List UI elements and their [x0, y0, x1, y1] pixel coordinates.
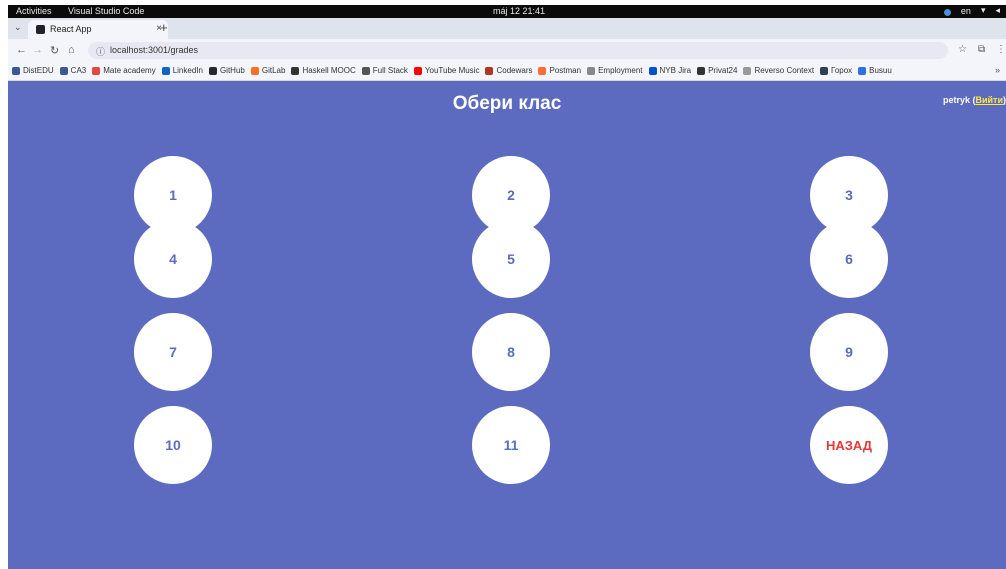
bookmark-item[interactable]: YouTube Music [413, 66, 480, 75]
bookmark-item[interactable]: CA3 [59, 66, 87, 75]
bookmark-item[interactable]: Busuu [858, 66, 892, 75]
bookmark-label: Codewars [496, 66, 533, 75]
bookmark-star-icon[interactable]: ☆ [958, 44, 967, 55]
bookmark-item[interactable]: Postman [538, 66, 581, 75]
tab-list-chevron-icon[interactable]: ⌄ [14, 22, 22, 33]
extensions-icon[interactable]: ⧉ [978, 44, 985, 55]
bookmark-item[interactable]: Full Stack [361, 66, 408, 75]
bookmark-item[interactable]: GitLab [250, 66, 286, 75]
browser-tab-strip: ⌄ React App × + [8, 18, 1006, 39]
bookmark-item[interactable]: Employment [587, 66, 643, 75]
react-favicon-icon [36, 25, 45, 34]
bookmark-favicon-icon [161, 66, 170, 75]
status-dot-icon [943, 8, 951, 16]
bookmark-favicon-icon [648, 66, 657, 75]
bookmark-favicon-icon [538, 66, 547, 75]
bookmark-label: Горох [831, 66, 853, 75]
bookmark-item[interactable]: Codewars [485, 66, 532, 75]
url-text: localhost:3001/grades [110, 45, 199, 55]
grade-button-5[interactable]: 5 [472, 220, 550, 298]
bookmark-label: Full Stack [372, 66, 408, 75]
tab-react-app[interactable]: React App × [28, 20, 168, 39]
forward-arrow-icon[interactable]: → [32, 44, 43, 56]
bookmark-label: DistEDU [23, 66, 54, 75]
bookmark-item[interactable]: LinkedIn [161, 66, 203, 75]
bookmark-favicon-icon [92, 66, 101, 75]
bookmark-item[interactable]: Privat24 [697, 66, 737, 75]
grade-button-10[interactable]: 10 [134, 406, 212, 484]
bookmark-favicon-icon [820, 66, 829, 75]
bookmark-label: GitHub [219, 66, 245, 75]
activities-button[interactable]: Activities [16, 6, 52, 16]
grade-button-4[interactable]: 4 [134, 220, 212, 298]
bookmark-item[interactable]: Mate academy [92, 66, 156, 75]
reload-icon[interactable]: ↻ [50, 44, 59, 57]
bookmark-favicon-icon [208, 66, 217, 75]
bookmark-favicon-icon [697, 66, 706, 75]
tab-title: React App [50, 24, 92, 34]
bookmark-favicon-icon [361, 66, 370, 75]
browser-toolbar: ← → ↻ ⌂ ⓘ localhost:3001/grades ☆ ⧉ ⋮ [8, 39, 1006, 62]
bookmark-label: Haskell MOOC [302, 66, 356, 75]
site-info-icon[interactable]: ⓘ [96, 45, 105, 58]
bookmark-label: Reverso Context [754, 66, 815, 75]
grade-button-8[interactable]: 8 [472, 313, 550, 391]
grade-button-7[interactable]: 7 [134, 313, 212, 391]
back-button[interactable]: НАЗАД [810, 406, 888, 484]
clock[interactable]: máj 12 21:41 [493, 6, 545, 16]
bookmark-label: Postman [549, 66, 582, 75]
bookmark-favicon-icon [12, 66, 20, 75]
bookmark-item[interactable]: DistEDU [12, 66, 54, 75]
logout-link[interactable]: Вийти [975, 95, 1003, 105]
grades-page: Обери клас petryk (Вийти) 1 2 3 4 5 6 7 … [8, 81, 1006, 569]
user-info: petryk (Вийти) [942, 95, 1006, 105]
bookmarks-bar: DistEDU CA3 Mate academy LinkedIn GitHub GitL… [8, 62, 1006, 81]
language-indicator[interactable]: en [961, 6, 971, 16]
home-icon[interactable]: ⌂ [68, 44, 75, 56]
bookmark-favicon-icon [59, 66, 68, 75]
bookmark-favicon-icon [858, 66, 867, 75]
more-bookmarks-icon[interactable]: » [995, 65, 1000, 75]
bookmark-label: GitLab [261, 66, 286, 75]
bookmark-label: CA3 [70, 66, 87, 75]
bookmark-label: YouTube Music [424, 66, 480, 75]
bookmark-favicon-icon [743, 66, 752, 75]
bookmarks-list: DistEDU CA3 Mate academy LinkedIn GitHub GitL… [12, 66, 898, 77]
bookmark-item[interactable]: Горох [820, 66, 852, 75]
menu-icon[interactable]: ⋮ [996, 44, 1006, 55]
new-tab-icon[interactable]: + [160, 20, 168, 35]
bookmark-favicon-icon [250, 66, 259, 75]
bookmark-label: LinkedIn [172, 66, 203, 75]
bookmark-item[interactable]: Reverso Context [743, 66, 814, 75]
system-tray[interactable]: en ▾ ◂ [943, 5, 1000, 16]
bookmark-item[interactable]: NYB Jira [648, 66, 692, 75]
grade-button-9[interactable]: 9 [810, 313, 888, 391]
bookmark-label: Privat24 [708, 66, 738, 75]
screen: Activities Visual Studio Code máj 12 21:… [0, 0, 1006, 569]
address-bar[interactable]: ⓘ localhost:3001/grades [88, 42, 948, 59]
bookmark-label: Employment [598, 66, 643, 75]
bookmark-item[interactable]: Haskell MOOC [291, 66, 356, 75]
grade-button-11[interactable]: 11 [472, 406, 550, 484]
bookmark-label: Busuu [869, 66, 892, 75]
volume-icon: ◂ [995, 5, 1000, 15]
wifi-icon: ▾ [980, 5, 986, 15]
username: petryk [942, 95, 970, 105]
system-top-bar: Activities Visual Studio Code máj 12 21:… [8, 5, 1006, 18]
bookmark-label: NYB Jira [659, 66, 692, 75]
grade-button-6[interactable]: 6 [810, 220, 888, 298]
bookmark-favicon-icon [587, 66, 596, 75]
bookmark-favicon-icon [485, 66, 494, 75]
bookmark-favicon-icon [413, 66, 422, 75]
bookmark-item[interactable]: GitHub [208, 66, 245, 75]
active-app-label[interactable]: Visual Studio Code [68, 6, 144, 16]
back-arrow-icon[interactable]: ← [16, 44, 27, 56]
page-title: Обери клас [452, 93, 562, 114]
bookmark-label: Mate academy [103, 66, 156, 75]
bookmark-favicon-icon [291, 66, 300, 75]
